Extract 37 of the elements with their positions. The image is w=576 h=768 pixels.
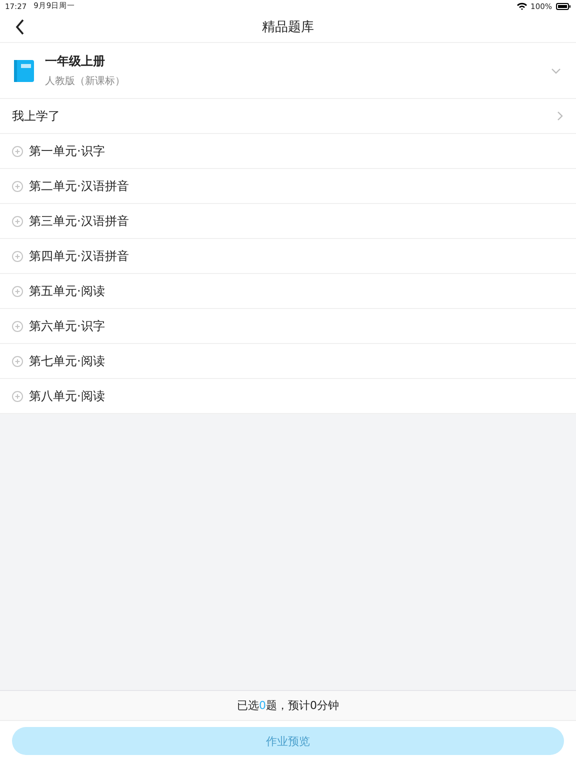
add-icon [12, 286, 23, 296]
book-edition: 人教版（新课标） [45, 74, 126, 88]
unit-row[interactable]: 第八单元·阅读 [0, 379, 576, 414]
book-selector[interactable]: 一年级上册 人教版（新课标） [0, 43, 576, 99]
add-icon [12, 356, 23, 366]
unit-label: 第三单元·汉语拼音 [29, 212, 129, 230]
summary-text: 已选0题，预计0分钟 [237, 698, 339, 713]
add-icon [12, 250, 23, 262]
back-icon[interactable] [15, 19, 25, 35]
unit-row[interactable]: 第三单元·汉语拼音 [0, 204, 576, 239]
unit-label: 第一单元·识字 [29, 142, 105, 160]
add-icon [12, 390, 23, 402]
unit-label: 第二单元·汉语拼音 [29, 178, 129, 194]
unit-row[interactable]: 第二单元·汉语拼音 [0, 169, 576, 204]
chevron-down-icon [551, 68, 561, 74]
add-icon [12, 180, 23, 192]
unit-row[interactable]: 第一单元·识字 [0, 134, 576, 169]
add-icon [12, 216, 23, 226]
unit-label: 第八单元·阅读 [29, 388, 105, 404]
unit-row[interactable]: 第五单元·阅读 [0, 274, 576, 309]
add-icon [12, 320, 23, 332]
chevron-right-icon [557, 111, 563, 121]
wifi-icon [516, 2, 527, 10]
learned-label: 我上学了 [12, 108, 61, 124]
unit-row[interactable]: 第七单元·阅读 [0, 344, 576, 379]
unit-label: 第七单元·阅读 [29, 352, 105, 370]
unit-row[interactable]: 第六单元·识字 [0, 309, 576, 344]
unit-label: 第六单元·识字 [29, 318, 105, 334]
page-title: 精品题库 [262, 19, 314, 36]
add-icon [12, 146, 23, 156]
book-title: 一年级上册 [45, 53, 106, 70]
unit-row[interactable]: 第四单元·汉语拼音 [0, 239, 576, 274]
learned-row[interactable]: 我上学了 [0, 99, 576, 134]
battery-icon [556, 2, 571, 10]
unit-label: 第五单元·阅读 [29, 282, 105, 300]
book-icon [14, 60, 34, 82]
unit-label: 第四单元·汉语拼音 [29, 248, 129, 264]
